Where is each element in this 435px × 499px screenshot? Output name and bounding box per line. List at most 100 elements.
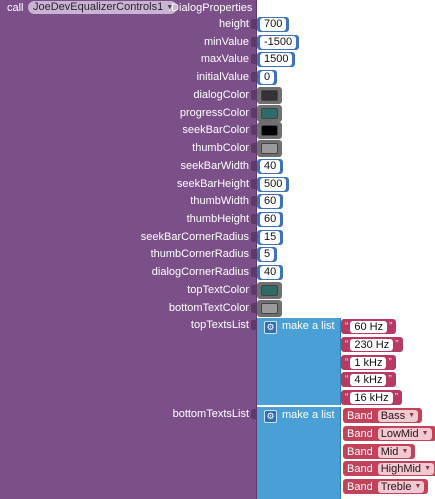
component-name: JoeDevEqualizerControls1 [33,1,164,13]
number-value[interactable]: 40 [260,160,281,173]
color-block-toptextcolor[interactable] [257,282,282,299]
band-prefix-label: Band [347,445,373,458]
param-label-toptextslist: topTextsList [190,319,249,331]
gear-icon[interactable]: ⚙ [264,410,277,423]
open-quote-icon: “ [345,392,349,403]
color-swatch[interactable] [261,125,278,136]
number-value[interactable]: -1500 [260,36,297,49]
number-block-seekbarheight[interactable]: 500 [257,177,290,192]
param-label-thumbwidth: thumbWidth [190,195,249,207]
number-value[interactable]: 60 [260,213,281,226]
band-prefix-label: Band [347,480,373,493]
number-block-thumbheight[interactable]: 60 [257,212,284,227]
param-label-thumbcolor: thumbColor [192,142,249,154]
number-block-minvalue[interactable]: -1500 [257,35,300,50]
make-a-list-block-top[interactable]: ⚙ make a list [257,318,341,405]
chevron-down-icon: ▼ [421,429,429,437]
param-label-bottomtextslist: bottomTextsList [172,408,249,420]
color-swatch[interactable] [261,303,278,314]
number-value[interactable]: 5 [260,248,275,261]
color-block-bottomtextcolor[interactable] [257,300,282,317]
color-block-progresscolor[interactable] [257,105,282,122]
chevron-down-icon: ▼ [414,482,422,490]
method-name: .DialogProperties [168,2,253,14]
param-label-dialogcolor: dialogColor [193,89,249,101]
color-block-thumbcolor[interactable] [257,140,282,157]
number-block-initialvalue[interactable]: 0 [257,70,278,85]
number-value[interactable]: 1500 [260,53,293,66]
number-value[interactable]: 15 [260,231,281,244]
band-prefix-label: Band [347,427,373,440]
param-label-height: height [219,18,249,30]
number-block-seekbarwidth[interactable]: 40 [257,159,284,174]
component-dropdown[interactable]: JoeDevEqualizerControls1 ▼ [28,1,178,14]
param-label-seekbarcornerradius: seekBarCornerRadius [140,231,249,243]
param-label-dialogcornerradius: dialogCornerRadius [151,266,249,278]
param-label-minvalue: minValue [203,36,249,48]
band-option-value: Treble [380,480,412,493]
open-quote-icon: “ [345,321,349,332]
band-join-block-lowmid[interactable]: Band LowMid ▼ [343,426,435,441]
param-label-seekbarheight: seekBarHeight [176,178,249,190]
band-option-value: Mid [380,445,399,458]
band-join-block-highmid[interactable]: Band HighMid ▼ [343,461,435,476]
text-value[interactable]: 1 kHz [350,356,387,369]
open-quote-icon: “ [345,374,349,385]
gear-icon[interactable]: ⚙ [264,321,277,334]
text-block-5[interactable]: “16 kHz” [341,390,402,405]
param-label-initialvalue: initialValue [196,71,249,83]
band-option-dropdown[interactable]: LowMid ▼ [377,427,432,440]
param-label-thumbheight: thumbHeight [186,213,249,225]
param-label-progresscolor: progressColor [179,107,249,119]
make-a-list-label: make a list [282,409,335,421]
band-join-block-bass[interactable]: Band Bass ▼ [343,408,423,423]
color-block-seekbarcolor[interactable] [257,122,282,139]
text-block-2[interactable]: “230 Hz” [341,337,403,352]
text-value[interactable]: 230 Hz [350,338,394,351]
color-block-dialogcolor[interactable] [257,87,282,104]
band-option-dropdown[interactable]: Mid ▼ [377,445,412,458]
band-join-block-treble[interactable]: Band Treble ▼ [343,479,429,494]
band-option-dropdown[interactable]: Treble ▼ [377,480,425,493]
number-block-dialogcornerradius[interactable]: 40 [257,265,284,280]
text-value[interactable]: 4 kHz [350,373,387,386]
text-block-4[interactable]: “4 kHz” [341,372,396,387]
close-quote-icon: ” [394,392,398,403]
color-swatch[interactable] [261,285,278,296]
call-header: call JoeDevEqualizerControls1 ▼ .DialogP… [0,0,257,16]
band-option-dropdown[interactable]: HighMid ▼ [377,462,434,475]
close-quote-icon: ” [389,321,393,332]
make-a-list-block-bottom[interactable]: ⚙ make a list [257,407,341,499]
band-option-value: HighMid [380,462,422,475]
open-quote-icon: “ [345,357,349,368]
number-block-height[interactable]: 700 [257,17,290,32]
number-block-seekbarcornerradius[interactable]: 15 [257,230,284,245]
param-label-seekbarwidth: seekBarWidth [180,160,249,172]
chevron-down-icon: ▼ [401,447,409,455]
color-swatch[interactable] [261,108,278,119]
number-value[interactable]: 700 [260,18,287,31]
color-swatch[interactable] [261,143,278,154]
text-block-1[interactable]: “60 Hz” [341,319,397,334]
number-value[interactable]: 500 [260,178,287,191]
band-option-dropdown[interactable]: Bass ▼ [377,409,419,422]
close-quote-icon: ” [388,374,392,385]
number-block-thumbcornerradius[interactable]: 5 [257,247,278,262]
band-prefix-label: Band [347,409,373,422]
text-value[interactable]: 16 kHz [350,391,393,404]
number-block-maxvalue[interactable]: 1500 [257,52,296,67]
text-value[interactable]: 60 Hz [350,320,388,333]
close-quote-icon: ” [395,339,399,350]
band-option-value: Bass [380,409,406,422]
number-value[interactable]: 40 [260,266,281,279]
number-value[interactable]: 0 [260,71,275,84]
band-option-value: LowMid [380,427,419,440]
number-value[interactable]: 60 [260,195,281,208]
number-block-thumbwidth[interactable]: 60 [257,194,284,209]
make-a-list-label: make a list [282,320,335,332]
param-label-bottomtextcolor: bottomTextColor [168,302,249,314]
color-swatch[interactable] [261,90,278,101]
text-block-3[interactable]: “1 kHz” [341,355,396,370]
band-join-block-mid[interactable]: Band Mid ▼ [343,444,416,459]
call-keyword: call [7,2,24,14]
